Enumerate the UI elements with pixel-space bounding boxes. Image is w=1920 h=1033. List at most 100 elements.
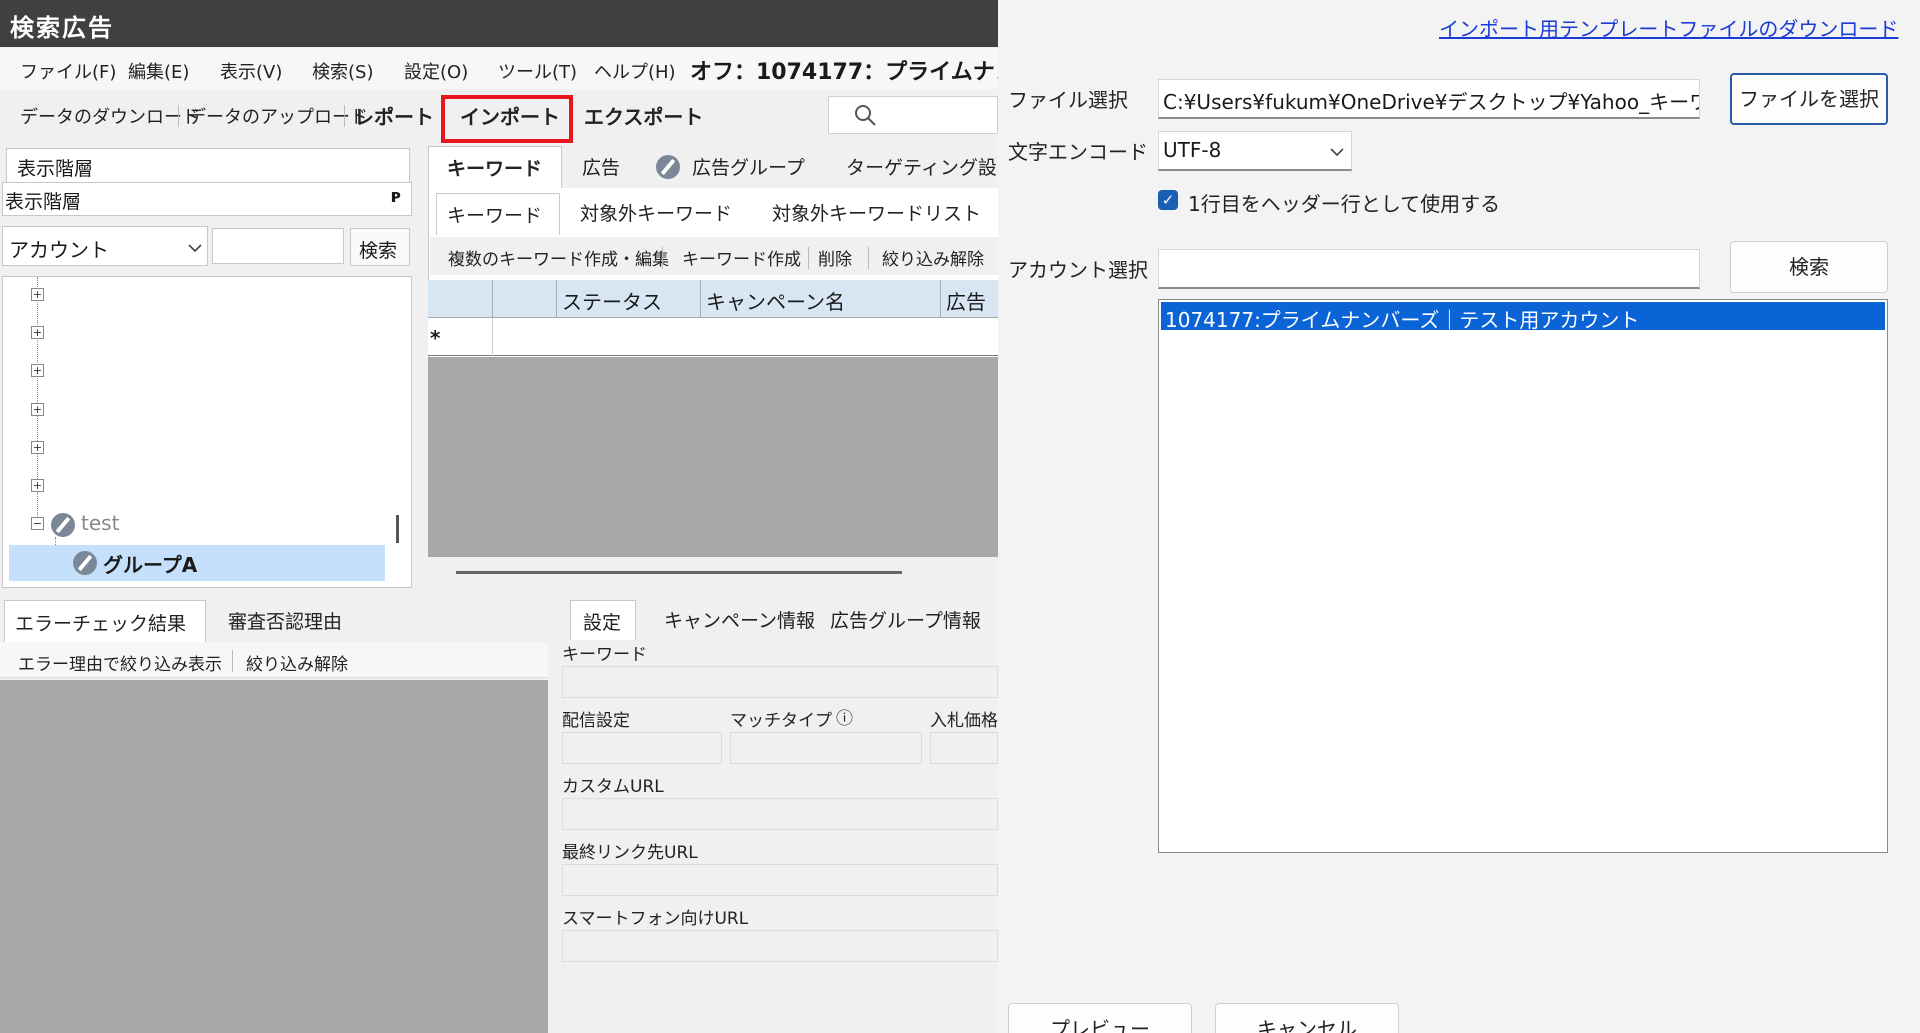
filter-by-error-button[interactable]: エラー理由で絞り込み表示 (18, 650, 222, 675)
tree-collapse-icon[interactable]: − (31, 517, 44, 530)
upload-data-button[interactable]: データのアップロード (188, 103, 368, 129)
tree-search-button[interactable]: 検索 (350, 228, 410, 266)
toolbar-divider (662, 247, 663, 269)
file-select-label: ファイル選択 (1008, 88, 1128, 112)
menu-bar: ファイル(F) 編集(E) 表示(V) 検索(S) 設定(O) ツール(T) ヘ… (0, 48, 998, 89)
window-title: 検索広告 (0, 0, 998, 47)
grid-empty-area (428, 357, 998, 557)
tab-error-check[interactable]: エラーチェック結果 (4, 600, 206, 642)
info-icon[interactable]: ⓘ (836, 704, 853, 729)
subtab-negative-keyword-list[interactable]: 対象外キーワードリスト (772, 199, 981, 226)
menu-settings[interactable]: 設定(O) (404, 58, 468, 84)
hierarchy-header-label: 表示階層 (5, 191, 82, 213)
tree-search-input[interactable] (212, 228, 344, 264)
tab-settings[interactable]: 設定 (570, 600, 636, 640)
tab-adgroup-info[interactable]: 広告グループ情報 (830, 606, 981, 633)
export-button[interactable]: エクスポート (584, 101, 703, 130)
report-button[interactable]: レポート (354, 101, 434, 130)
tree-group-label: グループA (103, 553, 198, 577)
app-window: 検索広告 ファイル(F) 編集(E) 表示(V) 検索(S) 設定(O) ツール… (0, 0, 998, 1033)
subtab-keyword[interactable]: キーワード (436, 193, 560, 235)
menu-file[interactable]: ファイル(F) (20, 58, 116, 84)
cancel-button[interactable]: キャンセル (1215, 1003, 1399, 1033)
preview-button[interactable]: プレビュー (1008, 1003, 1192, 1033)
tree-expand-icon[interactable]: + (31, 288, 44, 301)
delete-button[interactable]: 削除 (818, 245, 852, 270)
keyword-grid: ステータス キャンペーン名 広告グ * (428, 280, 998, 558)
import-highlight (441, 95, 573, 143)
keyword-actions: 複数のキーワード作成・編集 キーワード作成 削除 絞り込み解除 (430, 237, 998, 275)
error-clear-filter-button[interactable]: 絞り込み解除 (246, 650, 348, 675)
create-keyword-button[interactable]: キーワード作成 (682, 245, 801, 270)
encoding-label: 文字エンコード (1008, 140, 1148, 164)
menu-edit[interactable]: 編集(E) (128, 58, 189, 84)
column-campaign-name[interactable]: キャンペーン名 (706, 286, 845, 315)
smartphone-url-label: スマートフォン向けURL (562, 909, 749, 929)
file-path-input[interactable]: C:¥Users¥fukum¥OneDrive¥デスクトップ¥Yahoo_キーワ… (1158, 79, 1700, 119)
toolbar-divider (344, 105, 345, 127)
keyword-field[interactable] (562, 666, 998, 698)
tree-scrollbar[interactable] (396, 515, 399, 543)
bid-field[interactable] (930, 732, 998, 764)
tree-expand-icon[interactable]: + (31, 403, 44, 416)
toolbar-divider (808, 247, 809, 269)
final-url-field[interactable] (562, 864, 998, 896)
account-list[interactable]: 1074177:プライムナンバーズ｜テスト用アカウント (1158, 299, 1888, 853)
grid-header: ステータス キャンペーン名 広告グ (428, 280, 998, 343)
keyword-label: キーワード (562, 645, 647, 665)
tab-keyword[interactable]: キーワード (428, 146, 562, 188)
group-edit-icon (73, 551, 97, 575)
custom-url-field[interactable] (562, 798, 998, 830)
tree-item-selected[interactable]: グループA (9, 545, 385, 581)
tree-expand-icon[interactable]: + (31, 479, 44, 492)
smartphone-url-field[interactable] (562, 930, 998, 962)
hierarchy-tab[interactable]: 表示階層 (6, 148, 410, 182)
pin-icon[interactable]: ᴘ (391, 186, 401, 207)
error-list-area (0, 680, 548, 1033)
tree-expand-icon[interactable]: + (31, 441, 44, 454)
account-title: オフ：1074177：プライムナン (690, 60, 998, 85)
chevron-down-icon (1330, 148, 1344, 157)
error-actions: エラー理由で絞り込み表示 絞り込み解除 (0, 642, 548, 678)
bulk-edit-button[interactable]: 複数のキーワード作成・編集 (448, 245, 669, 270)
tree-expand-icon[interactable]: + (31, 326, 44, 339)
menu-view[interactable]: 表示(V) (220, 58, 282, 84)
account-select-label: アカウント選択 (1008, 258, 1148, 282)
column-status[interactable]: ステータス (562, 286, 662, 315)
bid-label: 入札価格 (930, 711, 998, 731)
search-icon (855, 105, 876, 126)
tab-error-check-label: エラーチェック結果 (15, 613, 187, 635)
toolbar-divider (868, 247, 869, 269)
grid-hscrollbar[interactable] (428, 557, 998, 587)
download-data-button[interactable]: データのダウンロード (20, 103, 200, 129)
match-type-field[interactable] (730, 732, 922, 764)
delivery-field[interactable] (562, 732, 722, 764)
toolbar-divider (178, 105, 179, 127)
header-row-checkbox[interactable]: ✓ (1158, 190, 1178, 210)
tab-ads[interactable]: 広告 (582, 153, 620, 180)
account-select[interactable]: アカウント (2, 226, 208, 266)
account-list-item[interactable]: 1074177:プライムナンバーズ｜テスト用アカウント (1161, 302, 1885, 332)
encoding-select[interactable]: UTF-8 (1158, 131, 1352, 171)
tree-expand-icon[interactable]: + (31, 364, 44, 377)
menu-search[interactable]: 検索(S) (312, 58, 373, 84)
tab-adgroup[interactable]: 広告グループ (692, 153, 805, 180)
toolbar-search-input[interactable] (828, 96, 998, 134)
tab-review-rejection[interactable]: 審査否認理由 (228, 607, 342, 634)
clear-filter-button[interactable]: 絞り込み解除 (882, 245, 984, 270)
choose-file-button[interactable]: ファイルを選択 (1730, 73, 1888, 125)
tab-campaign-info[interactable]: キャンペーン情報 (664, 606, 815, 633)
chevron-down-icon (188, 244, 202, 253)
menu-help[interactable]: ヘルプ(H) (594, 58, 676, 84)
hierarchy-header: 表示階層 ᴘ (2, 182, 412, 216)
final-url-label: 最終リンク先URL (562, 843, 698, 863)
new-row-marker: * (430, 326, 441, 350)
account-search-button[interactable]: 検索 (1730, 241, 1888, 293)
menu-tools[interactable]: ツール(T) (498, 58, 577, 84)
tab-targeting[interactable]: ターゲティング設 (846, 153, 997, 180)
grid-new-row[interactable]: * (428, 318, 998, 356)
subtab-negative-keyword[interactable]: 対象外キーワード (580, 199, 732, 226)
tree-campaign-label[interactable]: test (81, 511, 119, 535)
template-download-link[interactable]: インポート用テンプレートファイルのダウンロード (1439, 13, 1898, 42)
account-search-input[interactable] (1158, 249, 1700, 289)
